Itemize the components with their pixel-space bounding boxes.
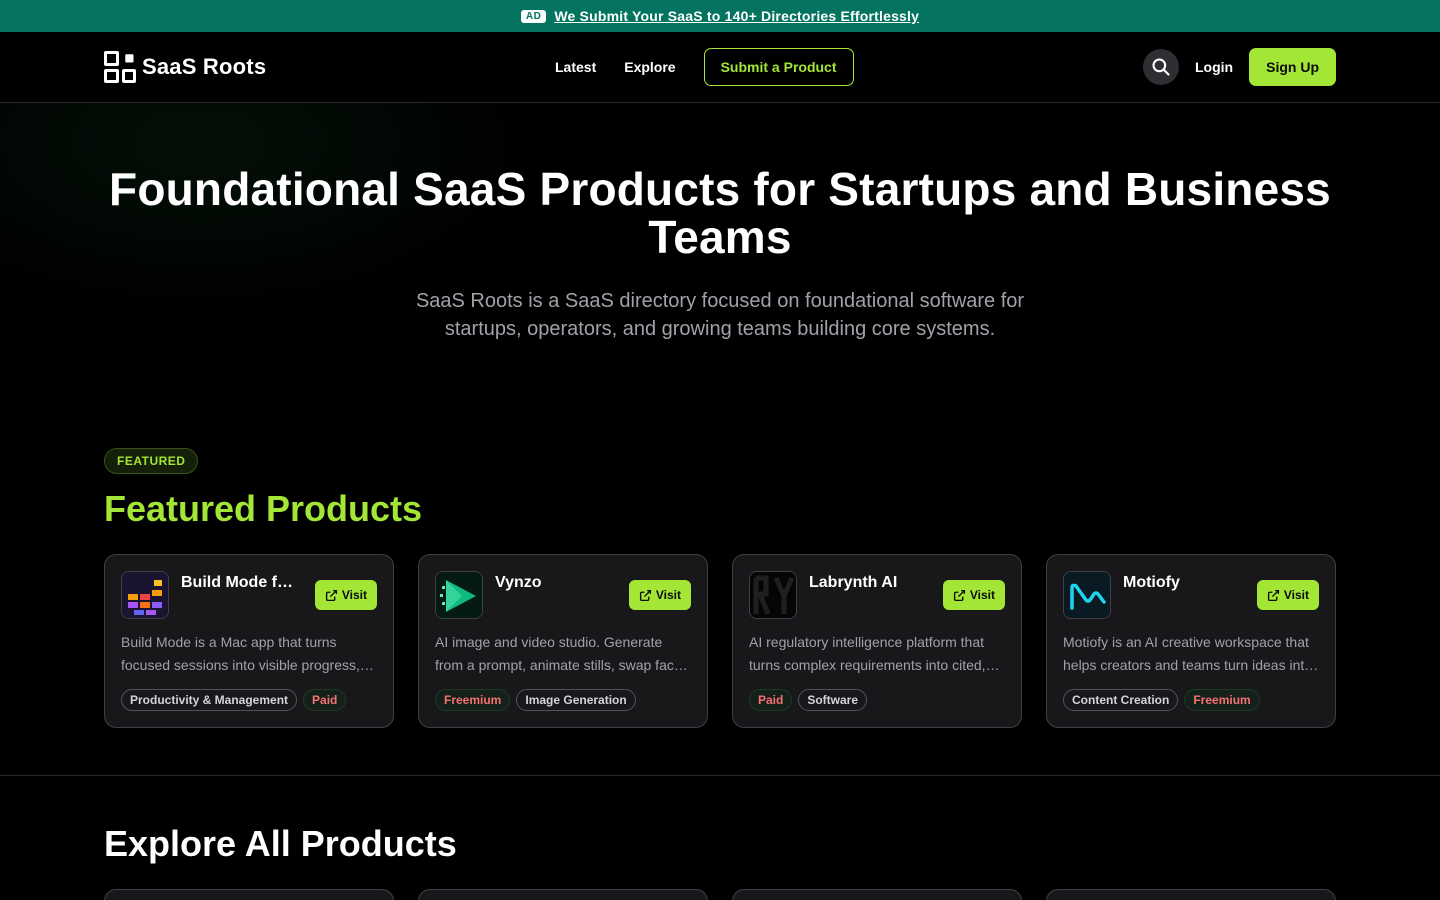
product-tags: Productivity & Management Paid <box>121 689 377 711</box>
featured-cards: Build Mode f… Visit Build Mode is a Mac … <box>104 554 1336 728</box>
logo-icon <box>104 51 136 83</box>
product-card[interactable] <box>1046 889 1336 900</box>
explore-section: Explore All Products <box>0 776 1440 900</box>
visit-label: Visit <box>341 588 367 602</box>
product-card[interactable]: Motiofy Visit Motiofy is an AI creative … <box>1046 554 1336 728</box>
external-link-icon <box>325 589 337 601</box>
external-link-icon <box>1267 589 1279 601</box>
product-card[interactable]: Labrynth AI Visit AI regulatory intellig… <box>732 554 1022 728</box>
product-tags: Content Creation Freemium <box>1063 689 1319 711</box>
pricing-tag[interactable]: Freemium <box>435 689 511 711</box>
main-nav: Latest Explore Submit a Product <box>555 32 854 102</box>
product-description: AI regulatory intelligence platform that… <box>749 634 986 673</box>
product-card[interactable]: Build Mode f… Visit Build Mode is a Mac … <box>104 554 394 728</box>
visit-button[interactable]: Visit <box>314 580 377 610</box>
product-description: AI image and video studio. Generate from… <box>435 634 689 673</box>
visit-button[interactable]: Visit <box>628 580 691 610</box>
product-name[interactable]: Labrynth AI <box>809 574 924 592</box>
tag[interactable]: Software <box>798 689 868 711</box>
tag[interactable]: Content Creation <box>1063 689 1179 711</box>
external-link-icon <box>953 589 965 601</box>
explore-title: Explore All Products <box>104 823 457 864</box>
featured-title: Featured Products <box>104 488 423 529</box>
nav-explore[interactable]: Explore <box>624 59 675 75</box>
tag[interactable]: Image Generation <box>516 689 636 711</box>
header-actions: Login Sign Up <box>1143 48 1336 86</box>
ad-badge: AD <box>520 9 547 23</box>
visit-label: Visit <box>969 588 995 602</box>
logo[interactable]: SaaS Roots <box>104 51 266 83</box>
ad-link[interactable]: We Submit Your SaaS to 140+ Directories … <box>554 8 919 24</box>
hero-title: Foundational SaaS Products for Startups … <box>109 163 1331 263</box>
product-card[interactable] <box>418 889 708 900</box>
search-icon <box>1152 58 1170 76</box>
tag[interactable]: Productivity & Management <box>121 689 298 711</box>
product-card[interactable] <box>104 889 394 900</box>
signup-button[interactable]: Sign Up <box>1249 48 1336 86</box>
motiofy-logo <box>1063 571 1111 619</box>
vynzo-logo <box>435 571 483 619</box>
hero-subtitle: SaaS Roots is a SaaS directory focused o… <box>415 290 1025 340</box>
labrynth-logo <box>749 571 797 619</box>
visit-button[interactable]: Visit <box>942 580 1005 610</box>
pricing-tag[interactable]: Freemium <box>1184 689 1260 711</box>
product-description: Build Mode is a Mac app that turns focus… <box>121 634 360 673</box>
site-header: SaaS Roots Latest Explore Submit a Produ… <box>0 32 1440 103</box>
featured-badge: FEATURED <box>104 448 199 474</box>
product-tags: Paid Software <box>749 689 1005 711</box>
product-description: Motiofy is an AI creative workspace that… <box>1063 634 1313 673</box>
pricing-tag[interactable]: Paid <box>749 689 793 711</box>
nav-latest[interactable]: Latest <box>555 59 596 75</box>
visit-label: Visit <box>655 588 681 602</box>
featured-section: FEATURED Featured Products Build Mode f…… <box>0 448 1440 728</box>
visit-label: Visit <box>1283 588 1309 602</box>
product-card[interactable] <box>732 889 1022 900</box>
hero: Foundational SaaS Products for Startups … <box>0 103 1440 448</box>
product-name[interactable]: Vynzo <box>495 574 610 592</box>
explore-cards <box>104 889 1336 900</box>
ad-banner[interactable]: AD We Submit Your SaaS to 140+ Directori… <box>0 0 1440 32</box>
product-name[interactable]: Build Mode f… <box>181 574 296 592</box>
login-link[interactable]: Login <box>1195 59 1233 75</box>
product-tags: Freemium Image Generation <box>435 689 691 711</box>
build-mode-logo <box>121 571 169 619</box>
search-button[interactable] <box>1143 49 1179 85</box>
logo-text: SaaS Roots <box>142 54 267 79</box>
visit-button[interactable]: Visit <box>1256 580 1319 610</box>
pricing-tag[interactable]: Paid <box>303 689 347 711</box>
external-link-icon <box>639 589 651 601</box>
product-name[interactable]: Motiofy <box>1123 574 1238 592</box>
product-card[interactable]: Vynzo Visit AI image and video studio. G… <box>418 554 708 728</box>
submit-product-button[interactable]: Submit a Product <box>703 48 854 86</box>
